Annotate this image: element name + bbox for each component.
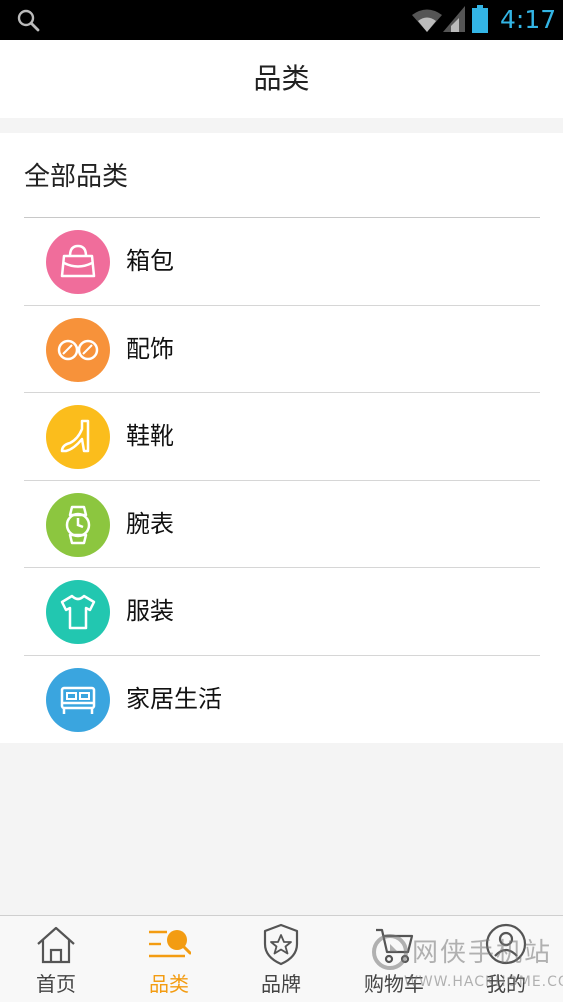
- category-item-clothing[interactable]: 服装: [24, 568, 540, 656]
- home-icon: [37, 926, 75, 964]
- category-label: 鞋靴: [126, 422, 174, 451]
- category-item-home-living[interactable]: 家居生活: [24, 656, 540, 744]
- category-item-shoes[interactable]: 鞋靴: [24, 393, 540, 481]
- page-title: 品类: [253, 62, 310, 95]
- high-heel-icon: [46, 405, 110, 470]
- wifi-icon: [412, 9, 442, 32]
- nav-category[interactable]: 品类: [113, 916, 225, 1002]
- status-bar: 4:17: [0, 0, 563, 40]
- nav-home[interactable]: 首页: [0, 916, 112, 1002]
- signal-icon: [443, 6, 465, 32]
- cart-icon: [376, 928, 414, 964]
- profile-icon: [485, 923, 527, 965]
- nav-label: 品类: [149, 972, 189, 996]
- category-card: 全部品类 箱包 配饰 鞋靴 腕表 服装 家居生活: [0, 133, 563, 743]
- app-header: 品类: [0, 40, 563, 118]
- nav-profile[interactable]: 我的: [450, 916, 562, 1002]
- search-icon: [17, 9, 40, 32]
- category-label: 服装: [126, 597, 174, 626]
- bed-icon: [46, 667, 110, 732]
- sunglasses-icon: [46, 317, 110, 382]
- category-label: 腕表: [126, 509, 174, 538]
- handbag-icon: [46, 230, 110, 294]
- category-search-icon: [149, 930, 191, 958]
- category-list: 箱包 配饰 鞋靴 腕表 服装 家居生活: [24, 218, 540, 744]
- category-label: 家居生活: [126, 684, 222, 713]
- category-item-watches[interactable]: 腕表: [24, 481, 540, 569]
- nav-label: 我的: [486, 972, 526, 996]
- watch-icon: [46, 492, 110, 557]
- status-time: 4:17: [500, 5, 557, 34]
- category-item-accessories[interactable]: 配饰: [24, 306, 540, 394]
- category-item-bags[interactable]: 箱包: [24, 218, 540, 306]
- nav-label: 品牌: [261, 972, 301, 996]
- section-title: 全部品类: [24, 162, 129, 192]
- nav-cart[interactable]: 购物车: [338, 916, 450, 1002]
- tshirt-icon: [46, 580, 110, 645]
- nav-label: 首页: [36, 972, 76, 996]
- brand-shield-icon: [263, 923, 299, 966]
- battery-icon: [472, 5, 488, 33]
- nav-brand[interactable]: 品牌: [225, 916, 337, 1002]
- category-label: 配饰: [126, 334, 174, 363]
- nav-label: 购物车: [364, 972, 424, 996]
- bottom-nav: 首页 品类 品牌 购物车 我的: [0, 915, 563, 1002]
- category-label: 箱包: [126, 247, 174, 275]
